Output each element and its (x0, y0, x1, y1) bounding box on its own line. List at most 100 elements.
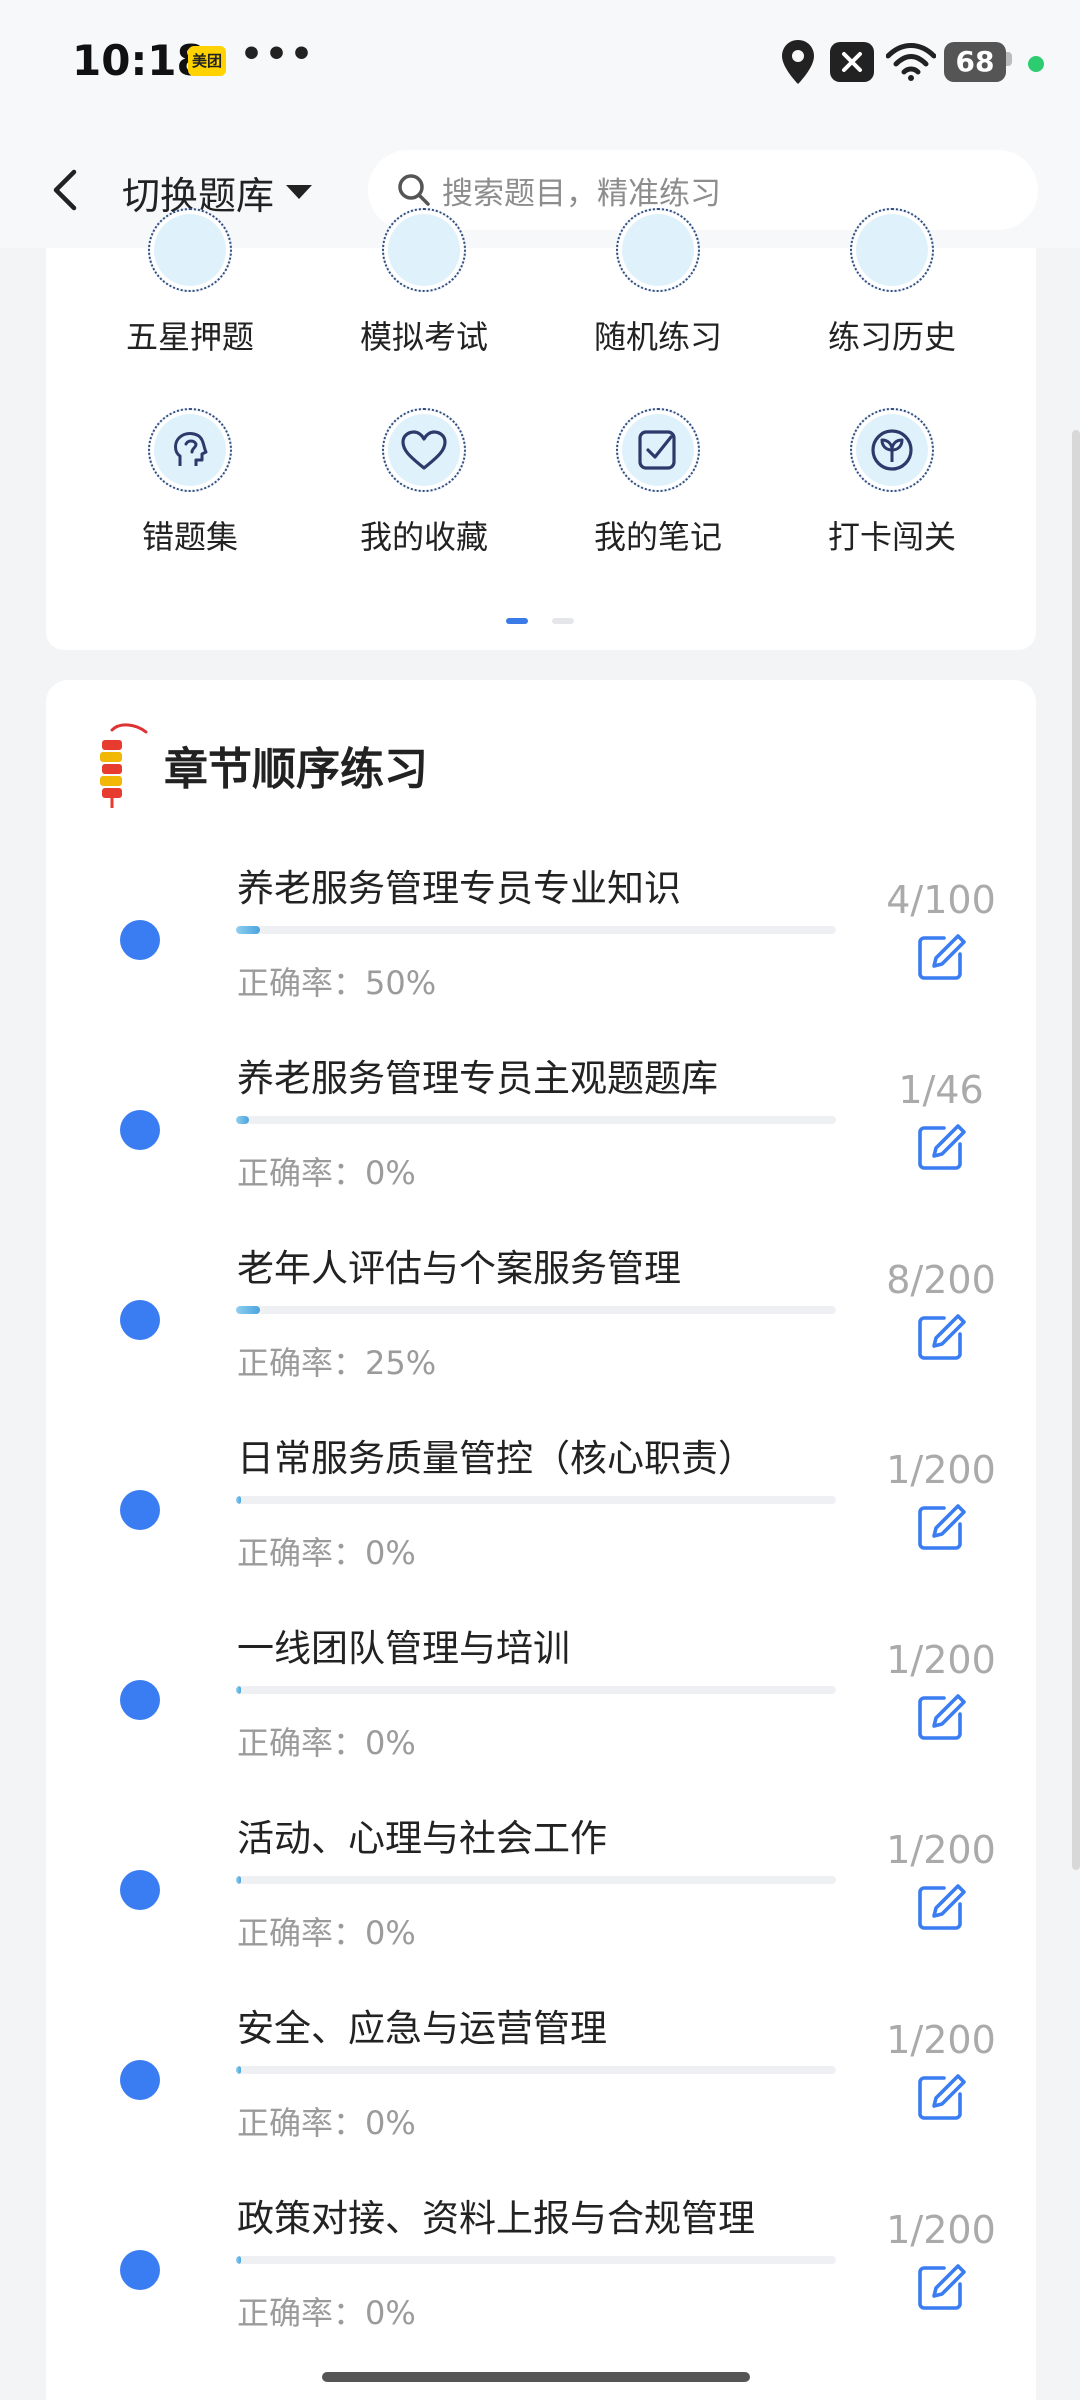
head-brain-icon (148, 408, 232, 492)
chapter-accuracy: 正确率：0% (237, 1724, 416, 1762)
note-check-icon (616, 408, 700, 492)
chapter-accuracy: 正确率：0% (237, 1154, 416, 1192)
chapter-practice-button[interactable] (914, 1690, 968, 1744)
chapter-practice-button[interactable] (914, 2070, 968, 2124)
more-notifications-icon: ••• (240, 34, 316, 75)
chapter-status-dot (120, 1300, 160, 1340)
chapter-progress-count: 4/100 (886, 878, 996, 922)
chapter-practice-button[interactable] (914, 1500, 968, 1554)
chapter-accuracy: 正确率：0% (237, 2104, 416, 2142)
chapter-row[interactable]: 老年人评估与个案服务管理 正确率：25% 8/200 (46, 1238, 1036, 1428)
chapter-section-title: 章节顺序练习 (164, 744, 428, 795)
chapter-name: 日常服务质量管控（核心职责） (237, 1437, 755, 1480)
chapter-status-dot (120, 1680, 160, 1720)
feature-mock-exam[interactable]: 模拟考试 (334, 208, 514, 358)
feature-practice-history[interactable]: 练习历史 (802, 208, 982, 358)
chapter-status-dot (120, 1870, 160, 1910)
page-dot-active (506, 618, 528, 624)
feature-label: 错题集 (141, 518, 238, 556)
edit-icon (918, 1314, 966, 1360)
edit-icon (918, 934, 966, 980)
chapter-progress-fill (236, 2066, 241, 2074)
wifi-icon (886, 43, 936, 81)
feature-label: 我的收藏 (359, 518, 488, 556)
feature-label: 打卡闯关 (827, 518, 956, 556)
status-icons: 68 (780, 38, 1044, 86)
chapter-progress-fill (236, 926, 260, 934)
chapter-row[interactable]: 活动、心理与社会工作正确率：0% 1/200 (46, 1808, 1036, 1998)
random-practice-icon (616, 208, 700, 292)
feature-label: 我的笔记 (593, 518, 722, 556)
chapter-practice-card: 章节顺序练习 养老服务管理专员专业知识 正确率：50% 4/100 养老服务管理专员主… (46, 680, 1036, 2400)
feature-grid-card: 五星押题 模拟考试 随机练习 练习历史 错题集 我的收藏 我的笔记 打卡闯关 (46, 208, 1036, 650)
chapter-status-dot (120, 2250, 160, 2290)
chapter-section-header: 章节顺序练习 (90, 720, 428, 810)
location-icon (782, 40, 814, 84)
edit-icon (918, 1884, 966, 1930)
chapter-status-dot (120, 1490, 160, 1530)
feature-random-practice[interactable]: 随机练习 (568, 208, 748, 358)
chapter-name: 政策对接、资料上报与合规管理 (237, 2197, 755, 2240)
chapter-progress-fill (236, 1496, 241, 1504)
chapter-status-dot (120, 920, 160, 960)
chapter-name: 养老服务管理专员主观题题库 (237, 1057, 718, 1100)
search-icon (398, 174, 430, 206)
page-dot-inactive[interactable] (552, 618, 574, 624)
chapter-row[interactable]: 政策对接、资料上报与合规管理 正确率：0% 1/200 (46, 2188, 1036, 2378)
feature-wrong-questions[interactable]: 错题集 (100, 408, 280, 568)
chapter-row[interactable]: 养老服务管理专员主观题题库正确率：0% 1/46 (46, 1048, 1036, 1238)
chapter-progress-count: 1/46 (898, 1068, 984, 1112)
feature-check-in-challenge[interactable]: 打卡闯关 (802, 408, 982, 568)
chapter-row[interactable]: 安全、应急与运营管理 正确率：0% 1/200 (46, 1998, 1036, 2188)
chapter-progress-fill (236, 1116, 250, 1124)
scrollbar[interactable] (1072, 430, 1080, 1870)
edit-icon (918, 1504, 966, 1550)
edit-icon (918, 2074, 966, 2120)
chapter-practice-button[interactable] (914, 1310, 968, 1364)
heart-icon (382, 408, 466, 492)
leaf-check-icon (850, 408, 934, 492)
chapter-progress-bar (236, 1686, 836, 1694)
chapter-progress-fill (236, 1876, 241, 1884)
edit-icon (918, 1694, 966, 1740)
star-bank-icon (148, 208, 232, 292)
feature-label: 模拟考试 (359, 318, 488, 356)
chapter-progress-bar (236, 1876, 836, 1884)
chapter-progress-fill (236, 2256, 241, 2264)
chapter-row[interactable]: 一线团队管理与培训正确率：0% 1/200 (46, 1618, 1036, 1808)
chapter-status-dot (120, 1110, 160, 1150)
meituan-notification-icon: 美团 (188, 46, 226, 76)
chapter-progress-count: 1/200 (886, 1638, 996, 1682)
feature-five-star[interactable]: 五星押题 (100, 208, 280, 358)
chapter-practice-button[interactable] (914, 930, 968, 984)
chapter-accuracy: 正确率：0% (237, 1914, 416, 1952)
chapter-name: 一线团队管理与培训 (237, 1627, 570, 1670)
chapter-accuracy: 正确率：25% (237, 1344, 437, 1382)
feature-label: 随机练习 (593, 318, 722, 356)
edit-icon (918, 1124, 966, 1170)
status-time: 10:18 (72, 36, 206, 85)
chapter-progress-count: 1/200 (886, 1828, 996, 1872)
privacy-indicator-dot (1028, 56, 1044, 72)
chapter-progress-fill (236, 1306, 260, 1314)
feature-my-favorites[interactable]: 我的收藏 (334, 408, 514, 568)
chapter-practice-button[interactable] (914, 1120, 968, 1174)
chapter-progress-bar (236, 1306, 836, 1314)
chapter-progress-count: 1/200 (886, 2018, 996, 2062)
home-indicator[interactable] (322, 2372, 750, 2382)
chapter-practice-button[interactable] (914, 1880, 968, 1934)
status-bar: 10:18 美团 ••• 68 (0, 0, 1080, 130)
chapter-name: 养老服务管理专员专业知识 (237, 867, 681, 910)
chapter-progress-fill (236, 1686, 241, 1694)
battery-tip (1006, 52, 1012, 66)
feature-my-notes[interactable]: 我的笔记 (568, 408, 748, 568)
battery-icon: 68 (944, 42, 1006, 82)
chapter-row[interactable]: 日常服务质量管控（核心职责） 正确率：0% 1/200 (46, 1428, 1036, 1618)
chapter-name: 活动、心理与社会工作 (237, 1817, 607, 1860)
chapter-row[interactable]: 养老服务管理专员专业知识 正确率：50% 4/100 (46, 858, 1036, 1048)
history-icon (850, 208, 934, 292)
chapter-name: 老年人评估与个案服务管理 (237, 1247, 681, 1290)
back-button[interactable] (42, 160, 92, 220)
firecracker-icon (100, 723, 148, 808)
chapter-practice-button[interactable] (914, 2260, 968, 2314)
